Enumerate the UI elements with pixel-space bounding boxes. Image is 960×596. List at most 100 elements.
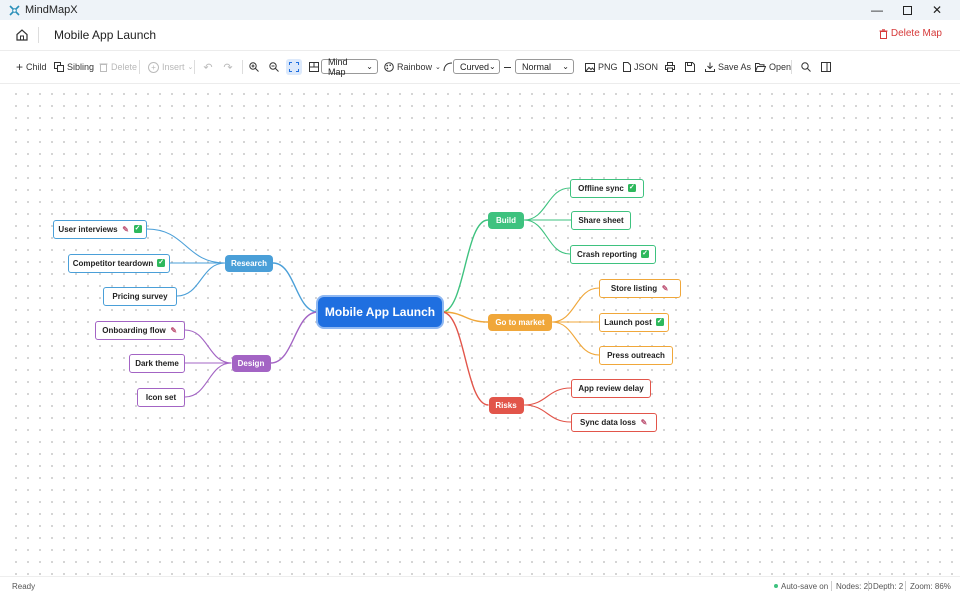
mindmap-canvas[interactable]: Mobile App Launch Research User interviews…: [6, 84, 954, 576]
add-sibling-button[interactable]: Sibling: [54, 59, 94, 75]
connector-line: [441, 219, 489, 313]
save-as-label: Save As: [718, 62, 752, 72]
redo-button[interactable]: ↷: [220, 59, 236, 75]
edge-style-value: Curved: [460, 61, 490, 72]
layout-select[interactable]: Mind Map ⌄: [321, 56, 378, 77]
printer-icon: [665, 62, 675, 72]
layout-icon-button[interactable]: [306, 59, 322, 75]
leaf-node-competitor-teardown[interactable]: Competitor teardown ✓: [68, 253, 170, 273]
zoom-out-button[interactable]: [266, 59, 282, 75]
search-button[interactable]: [798, 59, 814, 75]
connector-line: [551, 287, 600, 323]
leaf-node-sync-data-loss[interactable]: Sync data loss ✎: [571, 412, 657, 432]
toolbar-divider: [194, 60, 195, 74]
branch-node-label: Go to market: [495, 317, 545, 327]
export-png-label: PNG: [598, 62, 618, 72]
folder-open-icon: [755, 62, 766, 72]
add-child-label: Child: [26, 62, 47, 72]
save-icon: [685, 62, 695, 72]
close-button[interactable]: ✕: [922, 0, 952, 20]
connector-line: [523, 219, 571, 255]
status-ready: Ready: [12, 582, 36, 591]
leaf-node-offline-sync[interactable]: Offline sync ✓: [570, 178, 644, 198]
leaf-node-app-review-delay[interactable]: App review delay: [571, 378, 651, 398]
open-button[interactable]: Open: [755, 59, 791, 75]
toolbar-divider: [242, 60, 243, 74]
connector-line: [523, 404, 572, 423]
export-json-label: JSON: [634, 62, 659, 72]
chevron-down-icon: ⌄: [562, 62, 569, 71]
leaf-node-store-listing[interactable]: Store listing ✎: [599, 278, 681, 298]
density-select[interactable]: Normal ⌄: [515, 59, 574, 74]
leaf-node-dark-theme[interactable]: Dark theme: [129, 353, 185, 373]
connector-line: [551, 321, 600, 356]
branch-node-risks[interactable]: Risks: [488, 396, 524, 414]
leaf-node-press-outreach[interactable]: Press outreach: [599, 345, 673, 365]
status-bar: Ready Auto-save on Nodes: 20 Depth: 2 Zo…: [0, 576, 960, 596]
app-title: MindMapX: [25, 4, 78, 16]
export-json-button[interactable]: JSON: [623, 59, 658, 75]
maximize-button[interactable]: [892, 0, 922, 20]
plus-icon: +: [16, 60, 24, 74]
layout-select-value: Mind Map: [328, 56, 348, 77]
delete-node-button[interactable]: Delete: [99, 59, 137, 75]
connector-line: [272, 262, 319, 313]
leaf-node-label: Store listing: [610, 283, 658, 293]
theme-label: Rainbow: [397, 62, 433, 72]
undo-icon: ↶: [203, 61, 213, 74]
print-button[interactable]: [662, 59, 678, 75]
branch-node-go-to-market[interactable]: Go to market: [488, 313, 552, 331]
leaf-node-launch-post[interactable]: Launch post ✓: [599, 312, 669, 332]
save-as-button[interactable]: Save As: [705, 59, 751, 75]
leaf-node-share-sheet[interactable]: Share sheet: [571, 210, 631, 230]
delete-map-button[interactable]: Delete Map: [879, 28, 942, 39]
chevron-down-icon: ⌄: [187, 64, 194, 71]
leaf-node-icon-set[interactable]: Icon set: [137, 387, 185, 407]
leaf-node-crash-reporting[interactable]: Crash reporting ✓: [570, 244, 656, 264]
leaf-node-pricing-survey[interactable]: Pricing survey: [103, 286, 177, 306]
download-icon: [705, 62, 715, 72]
leaf-node-label: App review delay: [578, 383, 644, 393]
image-icon: [585, 62, 595, 72]
branch-node-design[interactable]: Design: [231, 354, 271, 372]
edge-style-select[interactable]: Curved ⌄: [453, 59, 500, 74]
branch-node-build[interactable]: Build: [488, 211, 524, 229]
leaf-node-onboarding-flow[interactable]: Onboarding flow ✎: [95, 320, 185, 340]
header-divider: [38, 27, 39, 43]
map-title: Mobile App Launch: [54, 28, 157, 42]
delete-node-label: Delete: [111, 62, 138, 72]
save-button[interactable]: [682, 59, 698, 75]
fit-view-button[interactable]: [286, 59, 302, 75]
theme-dropdown[interactable]: Rainbow ⌄: [384, 59, 441, 75]
insert-dropdown[interactable]: + Insert ⌄: [148, 59, 193, 75]
zoom-in-button[interactable]: [246, 59, 262, 75]
home-icon[interactable]: [14, 27, 30, 43]
connector-line: [184, 329, 232, 364]
branch-node-label: Risks: [495, 400, 517, 410]
header-bar: Mobile App Launch Delete Map: [0, 20, 960, 51]
zoom-in-icon: [249, 62, 259, 72]
minimize-button[interactable]: —: [862, 0, 892, 20]
redo-icon: ↷: [223, 61, 233, 74]
undo-button[interactable]: ↶: [200, 59, 216, 75]
search-icon: [801, 62, 811, 72]
open-label: Open: [769, 62, 792, 72]
root-node[interactable]: Mobile App Launch: [318, 297, 442, 327]
leaf-node-label: Share sheet: [578, 215, 624, 225]
autosave-status: Auto-save on: [781, 582, 829, 591]
status-divider: [905, 581, 906, 591]
note-pencil-icon: ✎: [640, 417, 648, 427]
layout-icon: [309, 62, 319, 72]
export-png-button[interactable]: PNG: [585, 59, 618, 75]
add-child-button[interactable]: + Child: [16, 59, 47, 75]
connector-line: [441, 311, 489, 323]
toggle-panel-button[interactable]: [818, 59, 834, 75]
root-node-label: Mobile App Launch: [324, 305, 436, 319]
app-window: MindMapX — ✕ Mobile App Launch Delete Ma…: [0, 0, 960, 596]
connector-line: [270, 311, 319, 364]
branch-node-research[interactable]: Research: [225, 254, 273, 272]
leaf-node-user-interviews[interactable]: User interviews ✎ ✓: [53, 219, 147, 239]
leaf-node-label: Offline sync: [578, 183, 624, 193]
line-weight-icon: [504, 59, 511, 75]
trash-icon: [879, 28, 888, 39]
